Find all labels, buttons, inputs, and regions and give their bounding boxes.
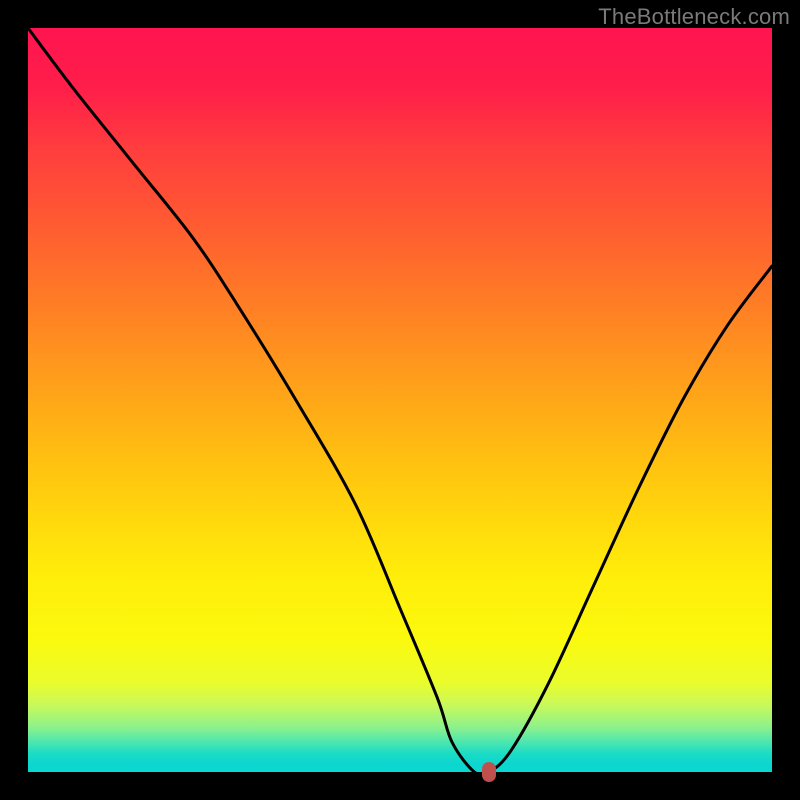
curve-path <box>28 28 772 775</box>
watermark-text: TheBottleneck.com <box>598 4 790 30</box>
chart-frame: TheBottleneck.com <box>0 0 800 800</box>
optimal-point-marker <box>482 762 496 782</box>
plot-area <box>28 28 772 772</box>
bottleneck-curve <box>28 28 772 772</box>
